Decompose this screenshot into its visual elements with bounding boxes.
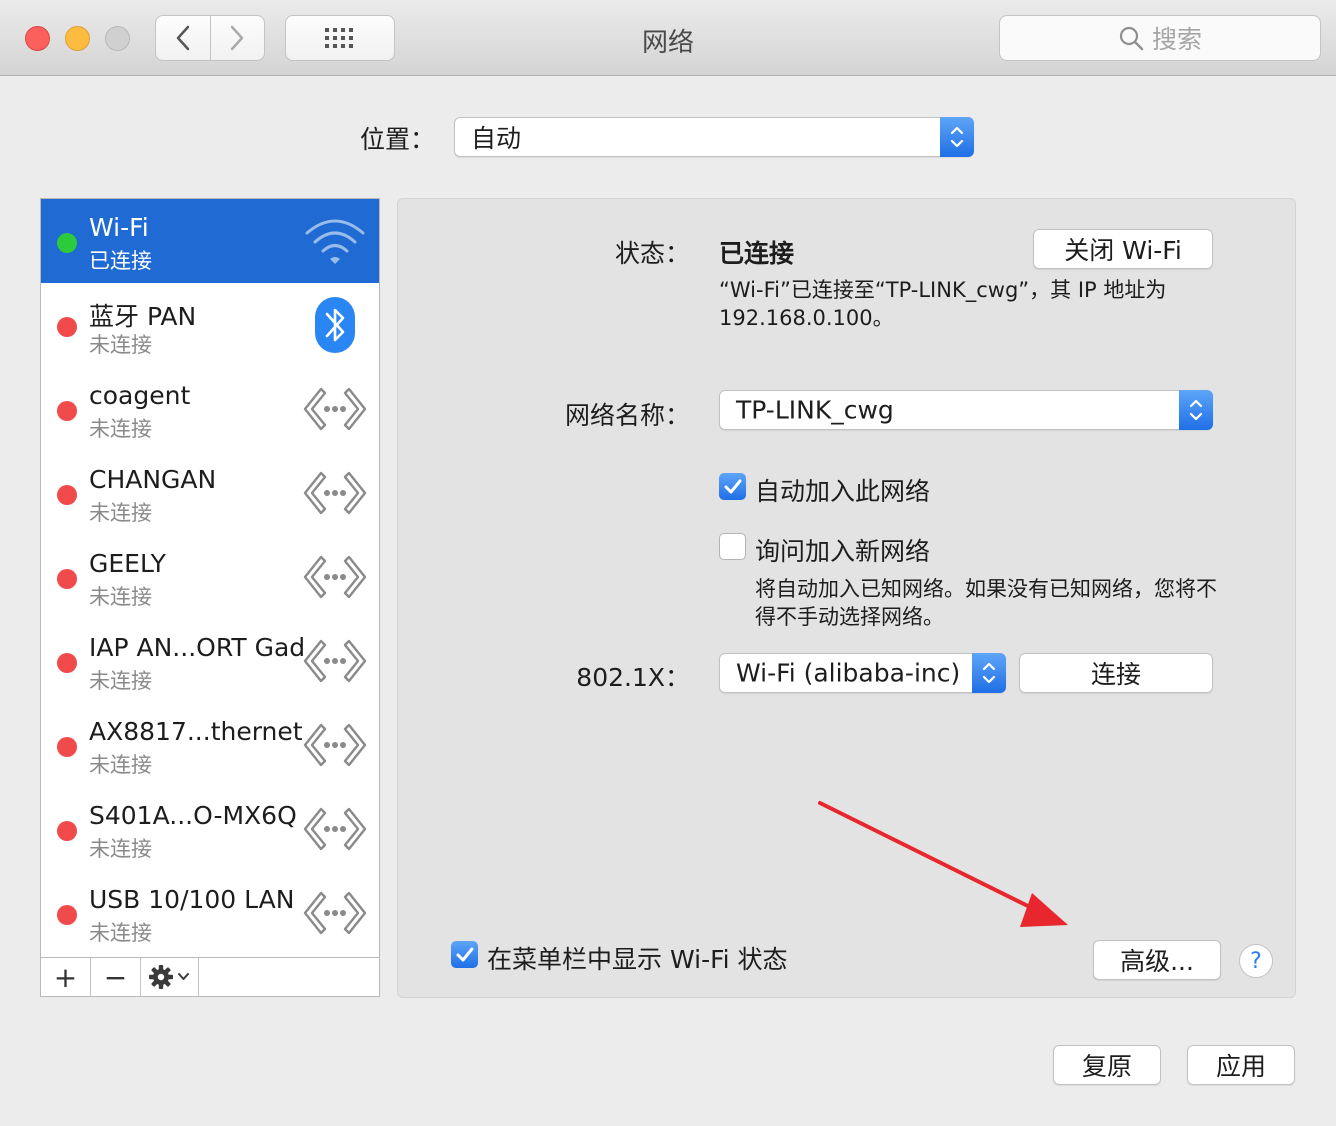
status-dot-icon [57, 905, 77, 925]
ask-join-label: 询问加入新网络 [755, 537, 931, 566]
service-name: S401A...O-MX6Q [89, 801, 297, 830]
network-name-popup[interactable]: TP-LINK_cwg [719, 390, 1213, 430]
service-status: 未连接 [89, 669, 152, 693]
updown-chevron-icon [972, 653, 1006, 693]
status-dot-icon [57, 485, 77, 505]
annotation-arrow-icon [818, 801, 1068, 927]
add-service-button[interactable]: + [41, 958, 91, 996]
dot1x-value: Wi-Fi (alibaba-inc) [736, 658, 961, 688]
service-name: CHANGAN [89, 465, 217, 494]
ethernet-icon [303, 717, 367, 773]
help-button[interactable]: ? [1239, 944, 1273, 978]
service-list-toolbar: + − [40, 957, 380, 997]
search-placeholder: 搜索 [1151, 25, 1202, 54]
status-description-line2: 192.168.0.100。 [719, 306, 894, 330]
checkmark-icon [456, 947, 473, 961]
location-value: 自动 [471, 124, 522, 153]
status-dot-icon [57, 317, 77, 337]
revert-button[interactable]: 复原 [1053, 1045, 1161, 1085]
ethernet-icon [303, 633, 367, 689]
updown-chevron-icon [1179, 390, 1213, 430]
status-dot-icon [57, 821, 77, 841]
service-status: 未连接 [89, 585, 152, 609]
network-name-label: 网络名称： [564, 401, 690, 430]
add-label: + [53, 960, 78, 994]
service-name: 蓝牙 PAN [89, 302, 197, 331]
apply-label: 应用 [1215, 1052, 1266, 1081]
service-status: 未连接 [89, 837, 152, 861]
service-item-coagent[interactable]: coagent 未连接 [41, 367, 379, 451]
remove-service-button[interactable]: − [91, 958, 141, 996]
service-item-s401a-o-mx6q[interactable]: S401A...O-MX6Q 未连接 [41, 787, 379, 871]
action-menu-button[interactable] [141, 958, 199, 996]
service-status: 未连接 [89, 333, 152, 357]
service-name: AX8817...thernet [89, 717, 303, 746]
updown-chevron-icon [940, 117, 974, 157]
status-value: 已连接 [719, 239, 795, 268]
show-in-menubar-label: 在菜单栏中显示 Wi-Fi 状态 [487, 945, 788, 974]
dot1x-label: 802.1X： [576, 663, 690, 692]
network-name-value: TP-LINK_cwg [736, 395, 894, 425]
ethernet-icon [303, 549, 367, 605]
service-item-wifi[interactable]: Wi-Fi 已连接 [41, 199, 379, 283]
status-description-line1: “Wi-Fi”已连接至“TP-LINK_cwg”，其 IP 地址为 [719, 278, 1167, 302]
connect-label: 连接 [1090, 660, 1141, 689]
status-dot-icon [57, 401, 77, 421]
service-name: Wi-Fi [89, 213, 149, 242]
status-label: 状态： [614, 239, 690, 268]
service-status: 未连接 [89, 753, 152, 777]
help-label: ? [1250, 948, 1262, 974]
turn-off-wifi-label: 关闭 Wi-Fi [1064, 236, 1182, 265]
auto-join-label: 自动加入此网络 [755, 477, 931, 506]
connect-button[interactable]: 连接 [1019, 653, 1213, 693]
ethernet-icon [303, 885, 367, 941]
service-item-ax8817-ethernet[interactable]: AX8817...thernet 未连接 [41, 703, 379, 787]
service-name: coagent [89, 381, 191, 410]
ask-join-description: 将自动加入已知网络。如果没有已知网络，您将不 得不手动选择网络。 [755, 575, 1217, 631]
service-item-geely[interactable]: GEELY 未连接 [41, 535, 379, 619]
service-list: Wi-Fi 已连接 蓝牙 PAN 未连接 coagent 未连接 CHANGAN… [40, 198, 380, 958]
status-dot-icon [57, 569, 77, 589]
service-status: 未连接 [89, 417, 152, 441]
service-status: 已连接 [89, 249, 152, 273]
ask-join-description-line1: 将自动加入已知网络。如果没有已知网络，您将不 [755, 577, 1217, 601]
apply-button[interactable]: 应用 [1187, 1045, 1295, 1085]
gear-icon [148, 965, 189, 989]
show-in-menubar-checkbox[interactable] [451, 941, 478, 968]
auto-join-checkbox[interactable] [719, 473, 746, 500]
revert-label: 复原 [1081, 1052, 1132, 1081]
bluetooth-icon [303, 297, 367, 353]
remove-label: − [103, 960, 128, 994]
search-field[interactable]: 搜索 [999, 15, 1321, 61]
service-status: 未连接 [89, 501, 152, 525]
dot1x-popup[interactable]: Wi-Fi (alibaba-inc) [719, 653, 1006, 693]
title-bar: 网络 搜索 [0, 0, 1336, 76]
status-dot-icon [57, 233, 77, 253]
service-status: 未连接 [89, 921, 152, 945]
search-icon [1119, 26, 1144, 51]
checkmark-icon [724, 479, 741, 493]
service-item-changan[interactable]: CHANGAN 未连接 [41, 451, 379, 535]
status-dot-icon [57, 653, 77, 673]
advanced-button[interactable]: 高级... [1093, 940, 1221, 980]
service-name: USB 10/100 LAN [89, 885, 295, 914]
service-name: GEELY [89, 549, 166, 578]
service-item-usb-lan[interactable]: USB 10/100 LAN 未连接 [41, 871, 379, 955]
service-item-bluetooth-pan[interactable]: 蓝牙 PAN 未连接 [41, 283, 379, 367]
location-label: 位置： [360, 125, 436, 154]
service-item-iap-an-ort-gad[interactable]: IAP AN...ORT Gad 未连接 [41, 619, 379, 703]
wifi-icon [303, 213, 367, 269]
location-popup[interactable]: 自动 [454, 117, 974, 157]
ask-join-checkbox[interactable] [719, 533, 746, 560]
ask-join-description-line2: 得不手动选择网络。 [755, 605, 944, 629]
advanced-label: 高级... [1120, 947, 1194, 976]
service-name: IAP AN...ORT Gad [89, 633, 306, 662]
status-dot-icon [57, 737, 77, 757]
turn-off-wifi-button[interactable]: 关闭 Wi-Fi [1033, 229, 1213, 269]
ethernet-icon [303, 465, 367, 521]
ethernet-icon [303, 381, 367, 437]
ethernet-icon [303, 801, 367, 857]
status-description: “Wi-Fi”已连接至“TP-LINK_cwg”，其 IP 地址为 192.16… [719, 276, 1166, 332]
